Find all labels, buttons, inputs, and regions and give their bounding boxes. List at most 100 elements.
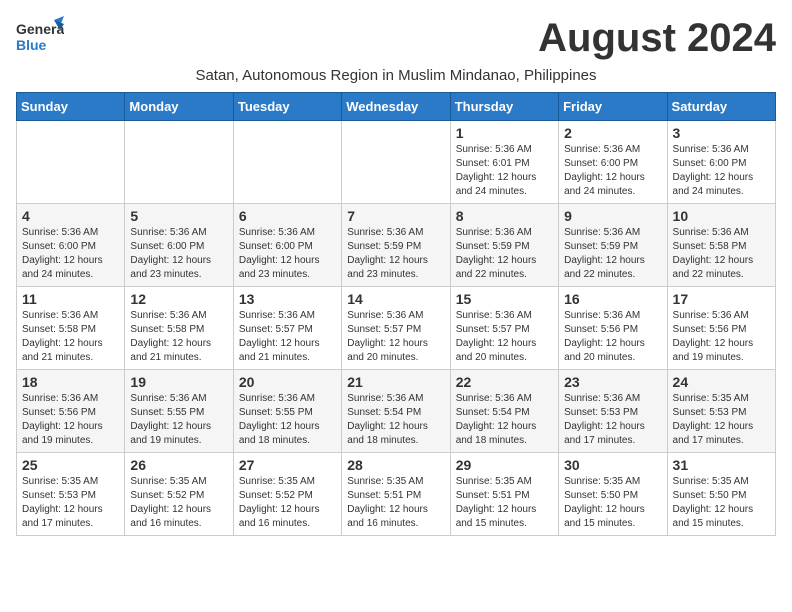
table-row: 6 Sunrise: 5:36 AM Sunset: 6:00 PM Daylig… — [233, 204, 341, 287]
header-friday: Friday — [559, 93, 667, 121]
logo-icon: General Blue — [16, 16, 64, 63]
day-info: Sunrise: 5:36 AM Sunset: 5:55 PM Dayligh… — [239, 392, 336, 448]
calendar-week-row: 11Sunrise: 5:36 AM Sunset: 5:58 PM Dayli… — [17, 287, 776, 370]
table-row: 19Sunrise: 5:36 AM Sunset: 5:55 PM Dayli… — [125, 370, 233, 453]
table-row: 25Sunrise: 5:35 AM Sunset: 5:53 PM Dayli… — [17, 453, 125, 536]
day-info: Sunrise: 5:36 AM Sunset: 5:54 PM Dayligh… — [347, 392, 444, 448]
header-sunday: Sunday — [17, 93, 125, 121]
day-number: 20 — [239, 374, 336, 390]
table-row: 30 Sunrise: 5:35 AM Sunset: 5:50 PM Dayli… — [559, 453, 667, 536]
day-info: Sunrise: 5:36 AM Sunset: 5:54 PM Dayligh… — [456, 392, 553, 448]
day-info: Sunrise: 5:35 AM Sunset: 5:51 PM Dayligh… — [456, 475, 553, 531]
day-number: 18 — [22, 374, 119, 390]
day-info: Sunrise: 5:36 AM Sunset: 5:57 PM Dayligh… — [239, 309, 336, 365]
header-tuesday: Tuesday — [233, 93, 341, 121]
day-number: 17 — [673, 291, 770, 307]
day-number: 3 — [673, 125, 770, 141]
table-row: 2 Sunrise: 5:36 AM Sunset: 6:00 PM Daylig… — [559, 121, 667, 204]
day-info: Sunrise: 5:36 AM Sunset: 5:57 PM Dayligh… — [347, 309, 444, 365]
table-row: 14Sunrise: 5:36 AM Sunset: 5:57 PM Dayli… — [342, 287, 450, 370]
day-number: 21 — [347, 374, 444, 390]
table-row: 29 Sunrise: 5:35 AM Sunset: 5:51 PM Dayli… — [450, 453, 558, 536]
table-row: 26 Sunrise: 5:35 AM Sunset: 5:52 PM Dayli… — [125, 453, 233, 536]
table-row — [342, 121, 450, 204]
day-number: 30 — [564, 457, 661, 473]
day-number: 16 — [564, 291, 661, 307]
day-info: Sunrise: 5:36 AM Sunset: 5:56 PM Dayligh… — [22, 392, 119, 448]
day-info: Sunrise: 5:36 AM Sunset: 5:59 PM Dayligh… — [456, 226, 553, 282]
day-number: 25 — [22, 457, 119, 473]
table-row: 27 Sunrise: 5:35 AM Sunset: 5:52 PM Dayli… — [233, 453, 341, 536]
header-thursday: Thursday — [450, 93, 558, 121]
day-number: 5 — [130, 208, 227, 224]
day-info: Sunrise: 5:36 AM Sunset: 5:58 PM Dayligh… — [130, 309, 227, 365]
table-row — [125, 121, 233, 204]
day-number: 2 — [564, 125, 661, 141]
table-row: 18 Sunrise: 5:36 AM Sunset: 5:56 PM Dayli… — [17, 370, 125, 453]
day-number: 23 — [564, 374, 661, 390]
day-number: 22 — [456, 374, 553, 390]
day-info: Sunrise: 5:35 AM Sunset: 5:50 PM Dayligh… — [564, 475, 661, 531]
day-info: Sunrise: 5:36 AM Sunset: 5:53 PM Dayligh… — [564, 392, 661, 448]
calendar-header-row: Sunday Monday Tuesday Wednesday Thursday… — [17, 93, 776, 121]
day-info: Sunrise: 5:35 AM Sunset: 5:52 PM Dayligh… — [130, 475, 227, 531]
table-row: 28 Sunrise: 5:35 AM Sunset: 5:51 PM Dayli… — [342, 453, 450, 536]
day-number: 28 — [347, 457, 444, 473]
day-number: 4 — [22, 208, 119, 224]
day-info: Sunrise: 5:35 AM Sunset: 5:52 PM Dayligh… — [239, 475, 336, 531]
day-number: 24 — [673, 374, 770, 390]
day-number: 6 — [239, 208, 336, 224]
day-info: Sunrise: 5:36 AM Sunset: 5:57 PM Dayligh… — [456, 309, 553, 365]
day-info: Sunrise: 5:36 AM Sunset: 6:00 PM Dayligh… — [22, 226, 119, 282]
day-number: 26 — [130, 457, 227, 473]
day-number: 27 — [239, 457, 336, 473]
table-row: 12 Sunrise: 5:36 AM Sunset: 5:58 PM Dayli… — [125, 287, 233, 370]
table-row — [17, 121, 125, 204]
day-info: Sunrise: 5:36 AM Sunset: 6:00 PM Dayligh… — [564, 143, 661, 199]
table-row: 20 Sunrise: 5:36 AM Sunset: 5:55 PM Dayli… — [233, 370, 341, 453]
logo: General Blue — [16, 16, 64, 63]
subtitle: Satan, Autonomous Region in Muslim Minda… — [16, 67, 776, 84]
table-row: 31Sunrise: 5:35 AM Sunset: 5:50 PM Dayli… — [667, 453, 775, 536]
calendar-week-row: 4 Sunrise: 5:36 AM Sunset: 6:00 PM Daylig… — [17, 204, 776, 287]
day-number: 9 — [564, 208, 661, 224]
header-monday: Monday — [125, 93, 233, 121]
day-info: Sunrise: 5:36 AM Sunset: 5:56 PM Dayligh… — [564, 309, 661, 365]
day-info: Sunrise: 5:36 AM Sunset: 6:00 PM Dayligh… — [130, 226, 227, 282]
day-number: 29 — [456, 457, 553, 473]
calendar-week-row: 18 Sunrise: 5:36 AM Sunset: 5:56 PM Dayli… — [17, 370, 776, 453]
day-number: 1 — [456, 125, 553, 141]
table-row: 13 Sunrise: 5:36 AM Sunset: 5:57 PM Dayli… — [233, 287, 341, 370]
day-info: Sunrise: 5:36 AM Sunset: 5:58 PM Dayligh… — [673, 226, 770, 282]
day-info: Sunrise: 5:36 AM Sunset: 5:58 PM Dayligh… — [22, 309, 119, 365]
day-info: Sunrise: 5:36 AM Sunset: 5:55 PM Dayligh… — [130, 392, 227, 448]
day-info: Sunrise: 5:35 AM Sunset: 5:51 PM Dayligh… — [347, 475, 444, 531]
table-row: 16 Sunrise: 5:36 AM Sunset: 5:56 PM Dayli… — [559, 287, 667, 370]
header-wednesday: Wednesday — [342, 93, 450, 121]
day-number: 12 — [130, 291, 227, 307]
day-info: Sunrise: 5:36 AM Sunset: 5:56 PM Dayligh… — [673, 309, 770, 365]
day-number: 7 — [347, 208, 444, 224]
day-info: Sunrise: 5:36 AM Sunset: 6:00 PM Dayligh… — [239, 226, 336, 282]
calendar-table: Sunday Monday Tuesday Wednesday Thursday… — [16, 92, 776, 536]
table-row: 23 Sunrise: 5:36 AM Sunset: 5:53 PM Dayli… — [559, 370, 667, 453]
table-row: 8Sunrise: 5:36 AM Sunset: 5:59 PM Daylig… — [450, 204, 558, 287]
day-info: Sunrise: 5:36 AM Sunset: 5:59 PM Dayligh… — [347, 226, 444, 282]
table-row: 3Sunrise: 5:36 AM Sunset: 6:00 PM Daylig… — [667, 121, 775, 204]
svg-text:Blue: Blue — [16, 37, 47, 53]
day-info: Sunrise: 5:36 AM Sunset: 5:59 PM Dayligh… — [564, 226, 661, 282]
day-info: Sunrise: 5:35 AM Sunset: 5:53 PM Dayligh… — [673, 392, 770, 448]
table-row: 22 Sunrise: 5:36 AM Sunset: 5:54 PM Dayli… — [450, 370, 558, 453]
table-row: 1Sunrise: 5:36 AM Sunset: 6:01 PM Daylig… — [450, 121, 558, 204]
table-row: 15 Sunrise: 5:36 AM Sunset: 5:57 PM Dayli… — [450, 287, 558, 370]
table-row: 4 Sunrise: 5:36 AM Sunset: 6:00 PM Daylig… — [17, 204, 125, 287]
month-title: August 2024 — [538, 16, 776, 61]
table-row: 11Sunrise: 5:36 AM Sunset: 5:58 PM Dayli… — [17, 287, 125, 370]
table-row: 24 Sunrise: 5:35 AM Sunset: 5:53 PM Dayli… — [667, 370, 775, 453]
day-number: 13 — [239, 291, 336, 307]
header-saturday: Saturday — [667, 93, 775, 121]
table-row: 5 Sunrise: 5:36 AM Sunset: 6:00 PM Daylig… — [125, 204, 233, 287]
calendar-week-row: 25Sunrise: 5:35 AM Sunset: 5:53 PM Dayli… — [17, 453, 776, 536]
day-number: 15 — [456, 291, 553, 307]
table-row: 10Sunrise: 5:36 AM Sunset: 5:58 PM Dayli… — [667, 204, 775, 287]
